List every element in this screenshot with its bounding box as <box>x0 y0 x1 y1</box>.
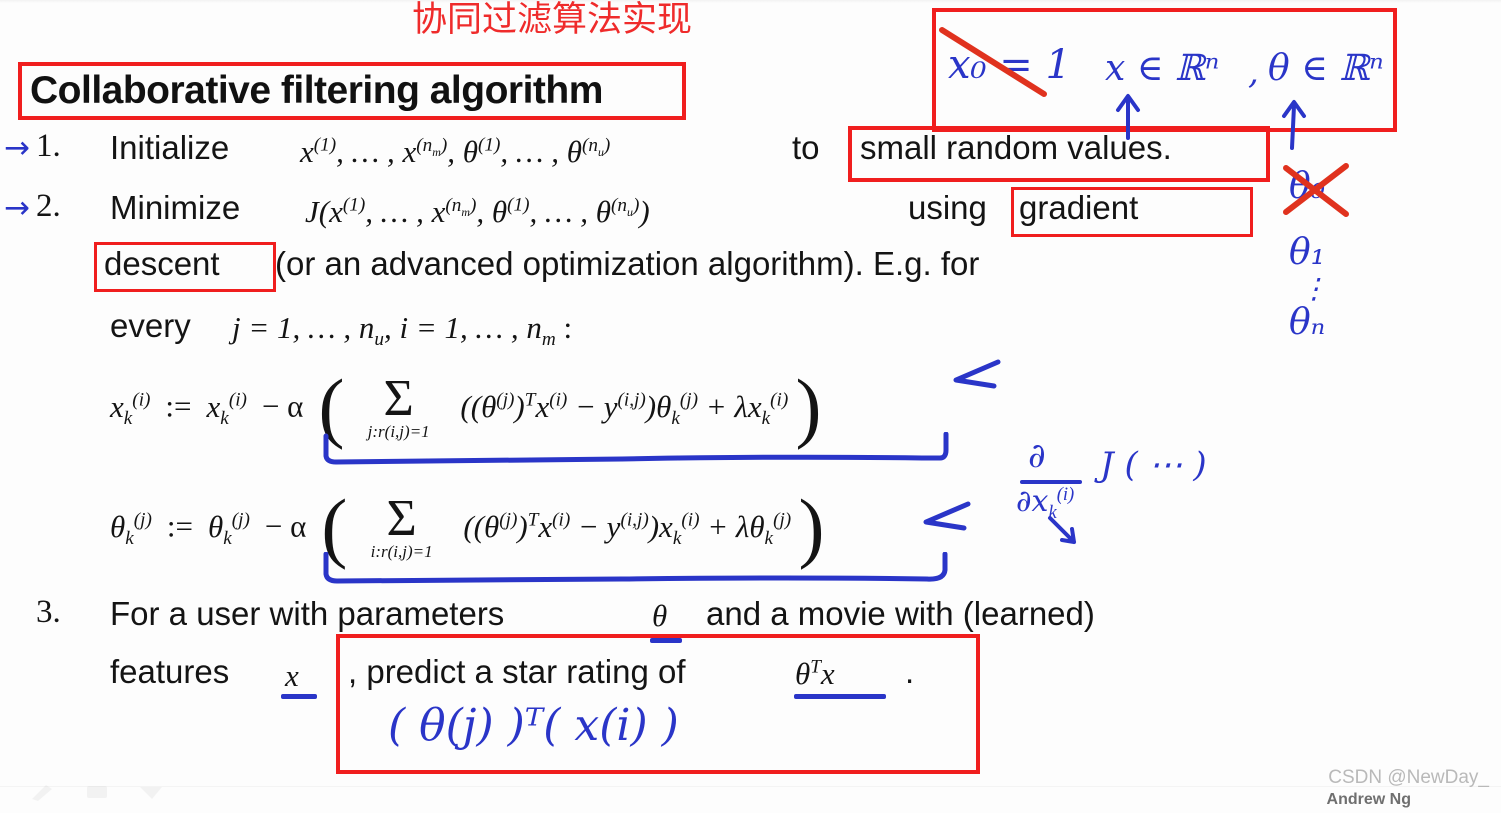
step3-number: 3. <box>36 594 61 630</box>
step2-number: 2. <box>36 188 61 224</box>
csdn-watermark: CSDN @NewDay_ <box>1328 767 1489 788</box>
annotation-arrow-step2: → <box>4 190 30 226</box>
step2-ranges: j = 1, … , nu, i = 1, … , nm : <box>232 310 573 351</box>
page-edge-bottom <box>0 786 1501 813</box>
ink-prediction-formula-text: ( θ(j) )ᵀ( x(i) ) <box>388 700 679 751</box>
ink-bracket-eq2 <box>323 552 948 584</box>
annotation-arrow-eq2 <box>923 501 971 531</box>
annotation-arrow-step1: → <box>4 130 30 166</box>
step1-variables: x(1), … , x(nm), θ(1), … , θ(nu) <box>300 134 611 169</box>
ink-arrow-derivative <box>1048 516 1076 544</box>
step3-prediction-expression: θTx <box>795 656 835 691</box>
page-title-chinese: 协同过滤算法实现 <box>411 0 692 40</box>
step2-using-word: using <box>908 189 987 226</box>
step2-boxed-descent: descent <box>104 245 220 282</box>
step3-x-symbol: x <box>285 658 299 694</box>
step3-line2-a: features <box>110 653 230 690</box>
ink-toolbar[interactable] <box>30 783 164 801</box>
eraser-tool-icon[interactable] <box>84 783 110 801</box>
ink-theta-in-Rn: θ ∈ ℝⁿ <box>1268 48 1384 89</box>
step1-number: 1. <box>36 128 61 164</box>
red-strikethrough-theta0 <box>1283 163 1349 217</box>
step3-theta-glyph: θ <box>652 598 668 633</box>
step2-verb: Minimize <box>110 189 241 226</box>
step1-to-word: to <box>792 129 820 166</box>
author-attribution: Andrew Ng <box>1326 791 1411 808</box>
ink-underline-x <box>281 694 317 699</box>
ink-theta-1: θ₁ <box>1289 232 1326 273</box>
step3-line1-b: and a movie with (learned) <box>706 595 1095 632</box>
page-title: Collaborative filtering algorithm <box>30 69 603 112</box>
ink-arrow-up-right <box>1282 100 1306 150</box>
ink-comma: , <box>1248 52 1259 92</box>
step2-tail-text: (or an advanced optimization algorithm).… <box>275 245 980 282</box>
ink-underline-theta-t-x <box>794 694 886 699</box>
step1-verb: Initialize <box>110 129 230 166</box>
ink-derivative-numerator: ∂ <box>1028 436 1046 476</box>
step2-cost-function: J(x(1), … , x(nm), θ(1), … , θ(nu)) <box>305 194 650 229</box>
ink-derivative-function: J ( ⋯ ) <box>1100 445 1207 485</box>
step3-line2-boxed: , predict a star rating of <box>348 653 686 690</box>
red-strikethrough-x0 <box>939 27 1047 97</box>
ink-prediction-formula: ( θ(j) )ᵀ( x(i) ) <box>388 700 679 751</box>
ink-theta-n: θₙ <box>1289 302 1326 343</box>
step3-theta-symbol: θ <box>652 598 667 634</box>
slide-canvas: 协同过滤算法实现 Collaborative filtering algorit… <box>0 0 1501 813</box>
ink-derivative-denominator-sup: (i) <box>1056 484 1075 505</box>
step2-boxed-gradient: gradient <box>1019 189 1139 226</box>
ink-x-in-Rn: x ∈ ℝⁿ <box>1105 48 1220 89</box>
highlighter-tool-icon[interactable] <box>138 783 164 801</box>
pen-tool-icon[interactable] <box>30 783 56 801</box>
step3-x-glyph: x <box>285 658 299 693</box>
page-edge-top <box>0 0 1501 3</box>
annotation-arrow-eq1 <box>953 359 1001 389</box>
step3-period: . <box>905 653 915 690</box>
ink-derivative-denominator-text: ∂x <box>1016 484 1049 519</box>
step3-line1-a: For a user with parameters <box>110 595 505 632</box>
ink-theta-dots: ⋮ <box>1300 272 1328 305</box>
step2-every-word: every <box>110 307 191 344</box>
ink-arrow-up-left <box>1116 94 1140 140</box>
ink-bracket-eq1 <box>323 432 949 465</box>
